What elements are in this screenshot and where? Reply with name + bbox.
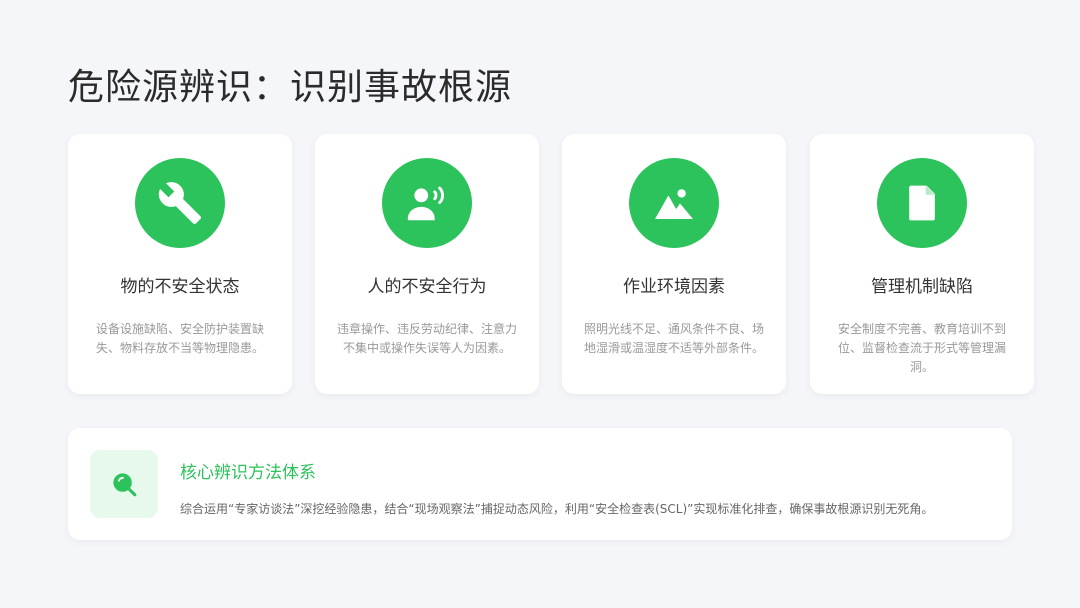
landscape-image-icon (629, 158, 719, 248)
card-heading: 人的不安全行为 (367, 277, 487, 297)
card-environment-factors: 作业环境因素 照明光线不足、通风条件不良、场地湿滑或温湿度不适等外部条件。 (562, 134, 786, 394)
card-heading: 管理机制缺陷 (871, 277, 973, 297)
method-description: 综合运用“专家访谈法”深挖经验隐患，结合“现场观察法”捕捉动态风险，利用“安全检… (180, 502, 934, 516)
card-description: 安全制度不完善、教育培训不到位、监督检查流于形式等管理漏洞。 (837, 322, 1006, 374)
document-icon (877, 158, 967, 248)
wrench-icon (135, 158, 225, 248)
card-heading: 作业环境因素 (623, 277, 725, 297)
card-unsafe-conditions: 物的不安全状态 设备设施缺陷、安全防护装置缺失、物料存放不当等物理隐患。 (68, 134, 292, 394)
card-unsafe-behaviors: 人的不安全行为 违章操作、违反劳动纪律、注意力不集中或操作失误等人为因素。 (315, 134, 539, 394)
method-title: 核心辨识方法体系 (180, 463, 316, 483)
card-management-defects: 管理机制缺陷 安全制度不完善、教育培训不到位、监督检查流于形式等管理漏洞。 (810, 134, 1034, 394)
core-method-panel: 核心辨识方法体系 综合运用“专家访谈法”深挖经验隐患，结合“现场观察法”捕捉动态… (68, 428, 1012, 540)
hazard-category-cards: 物的不安全状态 设备设施缺陷、安全防护装置缺失、物料存放不当等物理隐患。 人的不… (68, 134, 1035, 394)
card-heading: 物的不安全状态 (120, 277, 240, 297)
page-title: 危险源辨识：识别事故根源 (68, 67, 513, 108)
card-description: 设备设施缺陷、安全防护装置缺失、物料存放不当等物理隐患。 (95, 322, 264, 355)
card-description: 照明光线不足、通风条件不良、场地湿滑或温湿度不适等外部条件。 (583, 322, 764, 355)
person-speaking-icon (382, 158, 472, 248)
card-description: 违章操作、违反劳动纪律、注意力不集中或操作失误等人为因素。 (336, 322, 517, 355)
search-icon (90, 450, 158, 518)
